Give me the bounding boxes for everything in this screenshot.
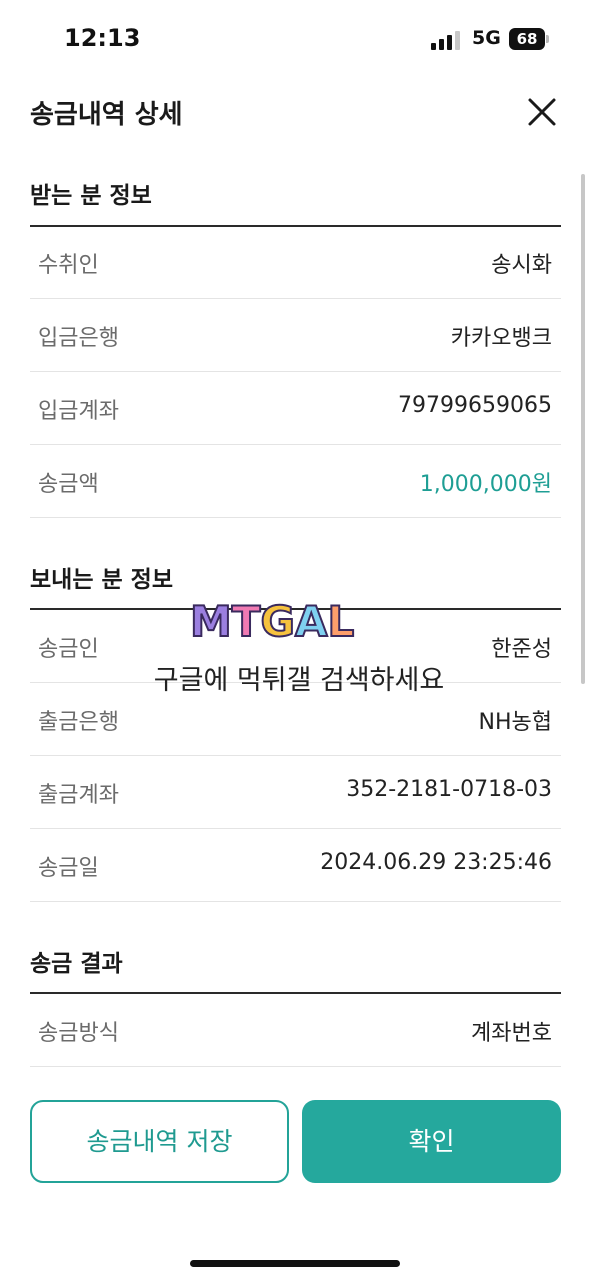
amount-value: 1,000,000원: [419, 472, 552, 497]
row-value: 한준성: [491, 637, 552, 662]
sender-section-title: 보내는 분 정보: [30, 567, 173, 593]
row-label: 송금액: [38, 472, 99, 497]
close-button[interactable]: [524, 94, 560, 130]
detail-row-deposit-bank: 입금은행 카카오뱅크: [30, 299, 561, 372]
row-label: 송금방식: [38, 1021, 119, 1046]
detail-row-amount: 송금액 1,000,000원: [30, 445, 561, 518]
battery-icon: 68: [509, 28, 545, 50]
row-label: 출금계좌: [38, 783, 119, 808]
transfer-detail-screen: 12:13 5G 68 송금내역 상세 받는 분 정보 수취인 송시화 입금은행…: [0, 0, 591, 1280]
detail-row-withdraw-account: 출금계좌 352-2181-0718-03: [30, 756, 561, 829]
row-label: 입금은행: [38, 326, 119, 351]
row-label: 송금일: [38, 856, 99, 881]
confirm-button[interactable]: 확인: [302, 1100, 561, 1183]
page-title: 송금내역 상세: [30, 100, 183, 130]
signal-icon: [431, 30, 463, 50]
row-label: 송금인: [38, 637, 99, 662]
watermark-logo: MTGAL: [189, 596, 355, 647]
detail-row-transfer-method: 송금방식 계좌번호: [30, 994, 561, 1067]
recipient-section-title: 받는 분 정보: [30, 183, 152, 209]
battery-tip: [546, 35, 549, 43]
row-value: 계좌번호: [471, 1021, 552, 1046]
status-time: 12:13: [64, 24, 141, 52]
close-icon: [528, 98, 556, 126]
detail-row-recipient: 수취인 송시화: [30, 226, 561, 299]
scrollbar[interactable]: [581, 174, 585, 684]
row-value: 카카오뱅크: [450, 326, 552, 351]
network-label: 5G: [472, 27, 501, 49]
row-label: 출금은행: [38, 710, 119, 735]
row-label: 입금계좌: [38, 399, 119, 424]
row-value: NH농협: [478, 710, 552, 735]
status-bar: 12:13 5G 68: [0, 0, 591, 80]
home-indicator[interactable]: [190, 1260, 400, 1267]
detail-row-deposit-account: 입금계좌 79799659065: [30, 372, 561, 445]
row-value: 352-2181-0718-03: [346, 777, 552, 802]
result-section-title: 송금 결과: [30, 951, 123, 977]
row-label: 수취인: [38, 253, 99, 278]
detail-row-transfer-date: 송금일 2024.06.29 23:25:46: [30, 829, 561, 902]
save-history-button[interactable]: 송금내역 저장: [30, 1100, 289, 1183]
row-value: 송시화: [491, 253, 552, 278]
row-value: 2024.06.29 23:25:46: [320, 850, 552, 875]
watermark-text: 구글에 먹튀갤 검색하세요: [153, 665, 445, 696]
row-value: 79799659065: [398, 393, 552, 418]
